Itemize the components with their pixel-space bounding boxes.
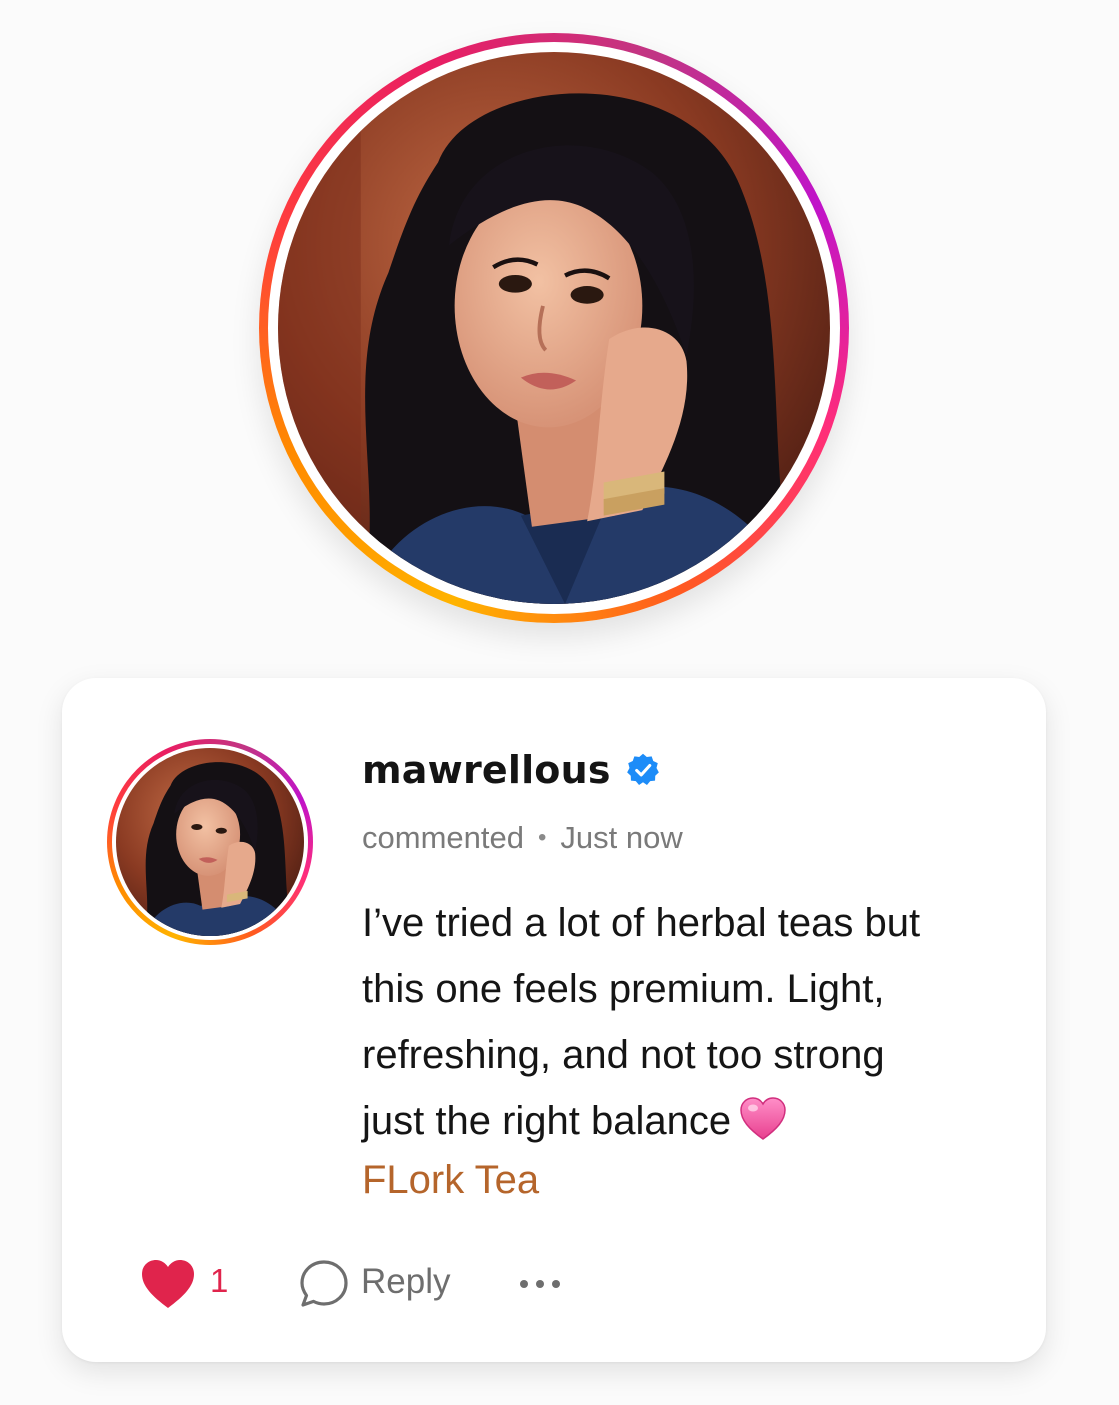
comment-line: this one feels premium. Light,: [362, 967, 885, 1011]
comment-timestamp: Just now: [560, 820, 683, 855]
like-count: 1: [210, 1262, 229, 1299]
comment-action: commented: [362, 820, 524, 855]
comment-text: I’ve tried a lot of herbal teas but this…: [362, 890, 1002, 1154]
username[interactable]: mawrellous: [362, 748, 611, 792]
pink-heart-emoji-icon: [740, 1097, 786, 1140]
reply-bubble-icon[interactable]: [298, 1258, 350, 1310]
brand-tag[interactable]: FLork Tea: [362, 1158, 539, 1203]
reply-button[interactable]: Reply: [361, 1262, 450, 1302]
meta-separator: •: [537, 824, 547, 851]
comment-line: I’ve tried a lot of herbal teas but: [362, 901, 921, 945]
portrait-image-small: [116, 748, 304, 936]
comment-line: just the right balance: [362, 1099, 732, 1143]
heart-like-icon[interactable]: [140, 1258, 196, 1310]
commenter-avatar-photo: [116, 748, 304, 936]
commenter-avatar[interactable]: [107, 739, 313, 945]
portrait-image: [278, 52, 830, 604]
comment-line-last: just the right balance: [362, 1088, 1002, 1154]
verified-badge-icon: [626, 753, 659, 785]
large-avatar-story-ring[interactable]: [259, 33, 849, 623]
page: mawrellous commented • Just now I’ve tri…: [0, 0, 1119, 1405]
comment-line: refreshing, and not too strong: [362, 1033, 885, 1077]
ellipsis-icon[interactable]: [518, 1274, 562, 1294]
large-avatar-photo: [278, 52, 830, 604]
comment-actions: 1 Reply: [140, 1258, 640, 1314]
username-row: mawrellous: [362, 748, 661, 792]
comment-meta: commented • Just now: [362, 820, 683, 856]
comment-card: mawrellous commented • Just now I’ve tri…: [62, 678, 1046, 1362]
